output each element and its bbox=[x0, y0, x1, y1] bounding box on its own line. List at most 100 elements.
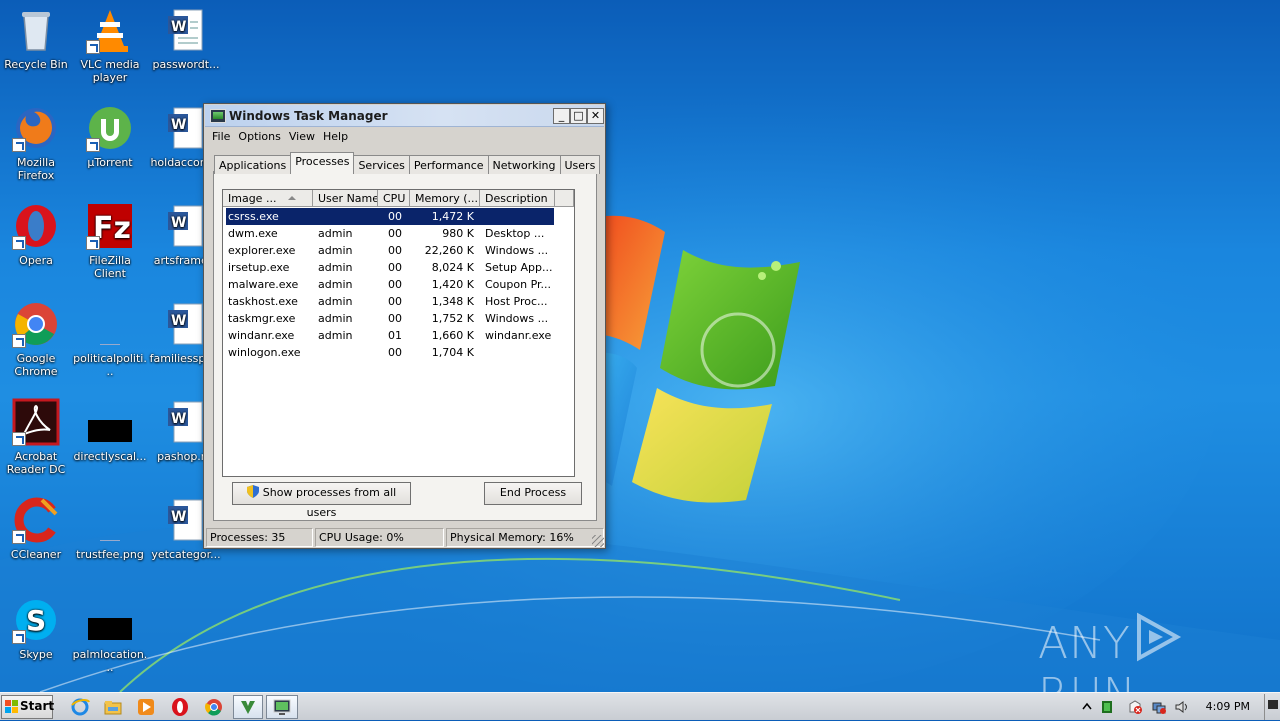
desktop-icon-chrome[interactable]: Google Chrome bbox=[0, 300, 74, 378]
menu-file[interactable]: File bbox=[208, 128, 234, 145]
desktop-icon-skype[interactable]: S Skype bbox=[0, 596, 74, 661]
process-cpu: 00 bbox=[388, 210, 402, 223]
process-row[interactable]: taskhost.exe admin 00 1,348 K Host Proc... bbox=[223, 293, 574, 310]
desktop-icon-recycle-bin[interactable]: Recycle Bin bbox=[0, 6, 74, 71]
tray-app-icon[interactable] bbox=[1100, 700, 1114, 714]
process-name: malware.exe bbox=[228, 278, 299, 291]
tab-services[interactable]: Services bbox=[353, 155, 410, 174]
network-icon[interactable] bbox=[1152, 700, 1166, 714]
column-image-name[interactable]: Image ... bbox=[223, 190, 313, 207]
menu-help[interactable]: Help bbox=[319, 128, 352, 145]
desktop-icon-politicalpoliti[interactable]: politicalpoliti... bbox=[72, 300, 148, 378]
window-titlebar[interactable]: Windows Task Manager _ □ ✕ bbox=[205, 105, 604, 127]
process-cpu: 00 bbox=[388, 227, 402, 240]
action-center-icon[interactable] bbox=[1128, 700, 1142, 714]
tab-processes[interactable]: Processes bbox=[290, 152, 355, 174]
process-row[interactable]: malware.exe admin 00 1,420 K Coupon Pr... bbox=[223, 276, 574, 293]
svg-text:W: W bbox=[171, 215, 186, 231]
process-row[interactable]: windanr.exe admin 01 1,660 K windanr.exe bbox=[223, 327, 574, 344]
maximize-button[interactable]: □ bbox=[570, 108, 587, 124]
acrobat-icon bbox=[12, 398, 60, 446]
minimize-button[interactable]: _ bbox=[553, 108, 570, 124]
end-process-button[interactable]: End Process bbox=[484, 482, 582, 505]
column-description[interactable]: Description bbox=[480, 190, 555, 207]
desktop-icon-vlc[interactable]: VLC media player bbox=[72, 6, 148, 84]
desktop-icon-utorrent[interactable]: µTorrent bbox=[72, 104, 148, 169]
process-memory: 1,420 K bbox=[431, 278, 474, 291]
skype-icon: S bbox=[12, 596, 60, 644]
process-user: admin bbox=[318, 227, 353, 240]
process-row[interactable]: irsetup.exe admin 00 8,024 K Setup App... bbox=[223, 259, 574, 276]
process-cpu: 00 bbox=[388, 295, 402, 308]
menu-view[interactable]: View bbox=[285, 128, 319, 145]
process-row[interactable]: winlogon.exe 00 1,704 K bbox=[223, 344, 574, 361]
window-title: Windows Task Manager bbox=[229, 109, 388, 123]
desktop-icon-palmlocation[interactable]: palmlocation... bbox=[72, 596, 148, 674]
shortcut-arrow-icon bbox=[12, 138, 26, 152]
process-cpu: 00 bbox=[388, 312, 402, 325]
shortcut-arrow-icon bbox=[86, 138, 100, 152]
svg-text:W: W bbox=[171, 117, 186, 133]
desktop-icon-filezilla[interactable]: Fz FileZilla Client bbox=[72, 202, 148, 280]
media-player-icon[interactable] bbox=[136, 697, 156, 717]
svg-text:W: W bbox=[171, 509, 186, 525]
show-desktop-button[interactable] bbox=[1264, 694, 1280, 720]
close-icon: ✕ bbox=[590, 109, 601, 122]
process-row[interactable]: taskmgr.exe admin 00 1,752 K Windows ... bbox=[223, 310, 574, 327]
tab-applications[interactable]: Applications bbox=[214, 155, 292, 174]
recycle-bin-icon bbox=[12, 6, 60, 54]
explorer-icon[interactable] bbox=[103, 697, 123, 717]
vlc-icon bbox=[86, 6, 134, 54]
process-user: admin bbox=[318, 261, 353, 274]
tab-performance[interactable]: Performance bbox=[408, 155, 489, 174]
volume-icon[interactable] bbox=[1175, 700, 1189, 714]
word-document-icon: W bbox=[162, 6, 210, 54]
process-name: winlogon.exe bbox=[228, 346, 301, 359]
desktop-icon-ccleaner[interactable]: CCleaner bbox=[0, 496, 74, 561]
desktop-icon-firefox[interactable]: Mozilla Firefox bbox=[0, 104, 74, 182]
process-memory: 22,260 K bbox=[424, 244, 474, 257]
show-hidden-icons-icon[interactable] bbox=[1080, 700, 1094, 714]
process-memory: 8,024 K bbox=[431, 261, 474, 274]
desktop-icon-acrobat[interactable]: Acrobat Reader DC bbox=[0, 398, 74, 476]
process-user: admin bbox=[318, 312, 353, 325]
start-button[interactable]: Start bbox=[1, 695, 54, 719]
process-name: taskhost.exe bbox=[228, 295, 298, 308]
process-memory: 1,348 K bbox=[431, 295, 474, 308]
clock[interactable]: 4:09 PM bbox=[1206, 700, 1250, 713]
column-user-name[interactable]: User Name bbox=[313, 190, 378, 207]
column-cpu[interactable]: CPU bbox=[378, 190, 410, 207]
process-name: taskmgr.exe bbox=[228, 312, 296, 325]
filezilla-icon: Fz bbox=[86, 202, 134, 250]
close-button[interactable]: ✕ bbox=[587, 108, 604, 124]
desktop-icon-directlyscal[interactable]: directlyscal... bbox=[72, 398, 148, 463]
svg-text:W: W bbox=[171, 313, 186, 329]
shortcut-arrow-icon bbox=[12, 432, 26, 446]
process-user: admin bbox=[318, 295, 353, 308]
process-row[interactable]: csrss.exe 00 1,472 K bbox=[223, 208, 574, 225]
resize-grip[interactable] bbox=[592, 535, 604, 547]
process-list[interactable]: Image ... User Name CPU Memory (... Desc… bbox=[222, 189, 575, 477]
task-manager-icon bbox=[210, 109, 226, 123]
chrome-icon[interactable] bbox=[204, 697, 224, 717]
process-row[interactable]: explorer.exe admin 00 22,260 K Windows ... bbox=[223, 242, 574, 259]
system-tray: 4:09 PM bbox=[1075, 693, 1280, 721]
desktop-icon-passwordt[interactable]: W passwordt... bbox=[148, 6, 224, 71]
ie-icon[interactable] bbox=[70, 697, 90, 717]
column-memory[interactable]: Memory (... bbox=[410, 190, 480, 207]
status-bar: Processes: 35 CPU Usage: 0% Physical Mem… bbox=[206, 528, 604, 547]
tab-users[interactable]: Users bbox=[559, 155, 601, 174]
tab-networking[interactable]: Networking bbox=[487, 155, 561, 174]
process-row[interactable]: dwm.exe admin 00 980 K Desktop ... bbox=[223, 225, 574, 242]
opera-icon[interactable] bbox=[170, 697, 190, 717]
svg-text:S: S bbox=[26, 604, 46, 637]
desktop-icon-trustfee[interactable]: trustfee.png bbox=[72, 496, 148, 561]
tab-strip: Applications Processes Services Performance… bbox=[214, 152, 601, 174]
show-all-processes-button[interactable]: Show processes from all users bbox=[232, 482, 411, 519]
process-user: admin bbox=[318, 244, 353, 257]
menu-options[interactable]: Options bbox=[234, 128, 284, 145]
utorrent-icon bbox=[86, 104, 134, 152]
desktop-icon-opera[interactable]: Opera bbox=[0, 202, 74, 267]
process-description: Desktop ... bbox=[485, 227, 545, 240]
process-cpu: 00 bbox=[388, 346, 402, 359]
